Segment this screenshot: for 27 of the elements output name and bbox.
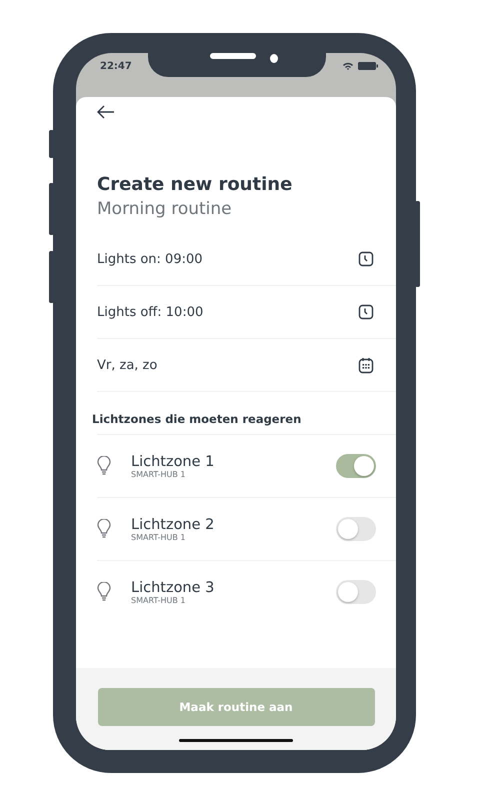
routine-name: Morning routine xyxy=(97,199,233,219)
zone-name: Lichtzone 1 xyxy=(131,454,216,470)
battery-icon xyxy=(358,62,378,70)
speaker-slot xyxy=(210,53,256,59)
status-time: 22:47 xyxy=(100,61,132,72)
light-bulb-icon xyxy=(97,582,111,602)
schedule-row[interactable]: Vr, za, zo xyxy=(97,339,396,392)
page-title: Create new routine xyxy=(97,174,294,195)
schedule-row[interactable]: Lights on: 09:00 xyxy=(97,233,396,286)
clock-icon xyxy=(358,251,374,267)
section-heading: Lichtzones die moeten reageren xyxy=(92,412,302,426)
wifi-icon xyxy=(343,62,353,70)
light-bulb-icon xyxy=(97,456,111,476)
zone-name: Lichtzone 3 xyxy=(131,580,216,596)
back-button[interactable] xyxy=(97,105,117,121)
zone-toggle[interactable] xyxy=(336,454,376,478)
camera-dot xyxy=(270,54,278,63)
zone-toggle[interactable] xyxy=(336,580,376,604)
clock-icon xyxy=(358,304,374,320)
light-bulb-icon xyxy=(97,519,111,539)
schedule-row[interactable]: Lights off: 10:00 xyxy=(97,286,396,339)
zone-name: Lichtzone 2 xyxy=(131,516,216,532)
hub-name: SMART-HUB 1 xyxy=(131,532,186,542)
zone-toggle[interactable] xyxy=(336,517,376,541)
calendar-icon xyxy=(358,356,374,374)
hub-name: SMART-HUB 1 xyxy=(131,596,186,604)
hub-name: SMART-HUB 1 xyxy=(131,470,186,478)
